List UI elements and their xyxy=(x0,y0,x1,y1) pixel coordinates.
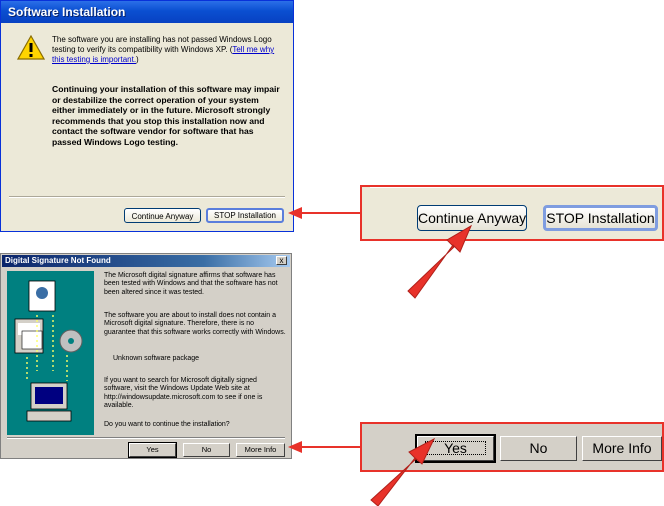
connector-arrow-bottom xyxy=(288,441,360,453)
connector-arrow-top xyxy=(288,207,360,219)
arrow-icon xyxy=(370,437,436,506)
annotation-overlay xyxy=(288,207,473,506)
arrow-icon xyxy=(407,224,473,299)
